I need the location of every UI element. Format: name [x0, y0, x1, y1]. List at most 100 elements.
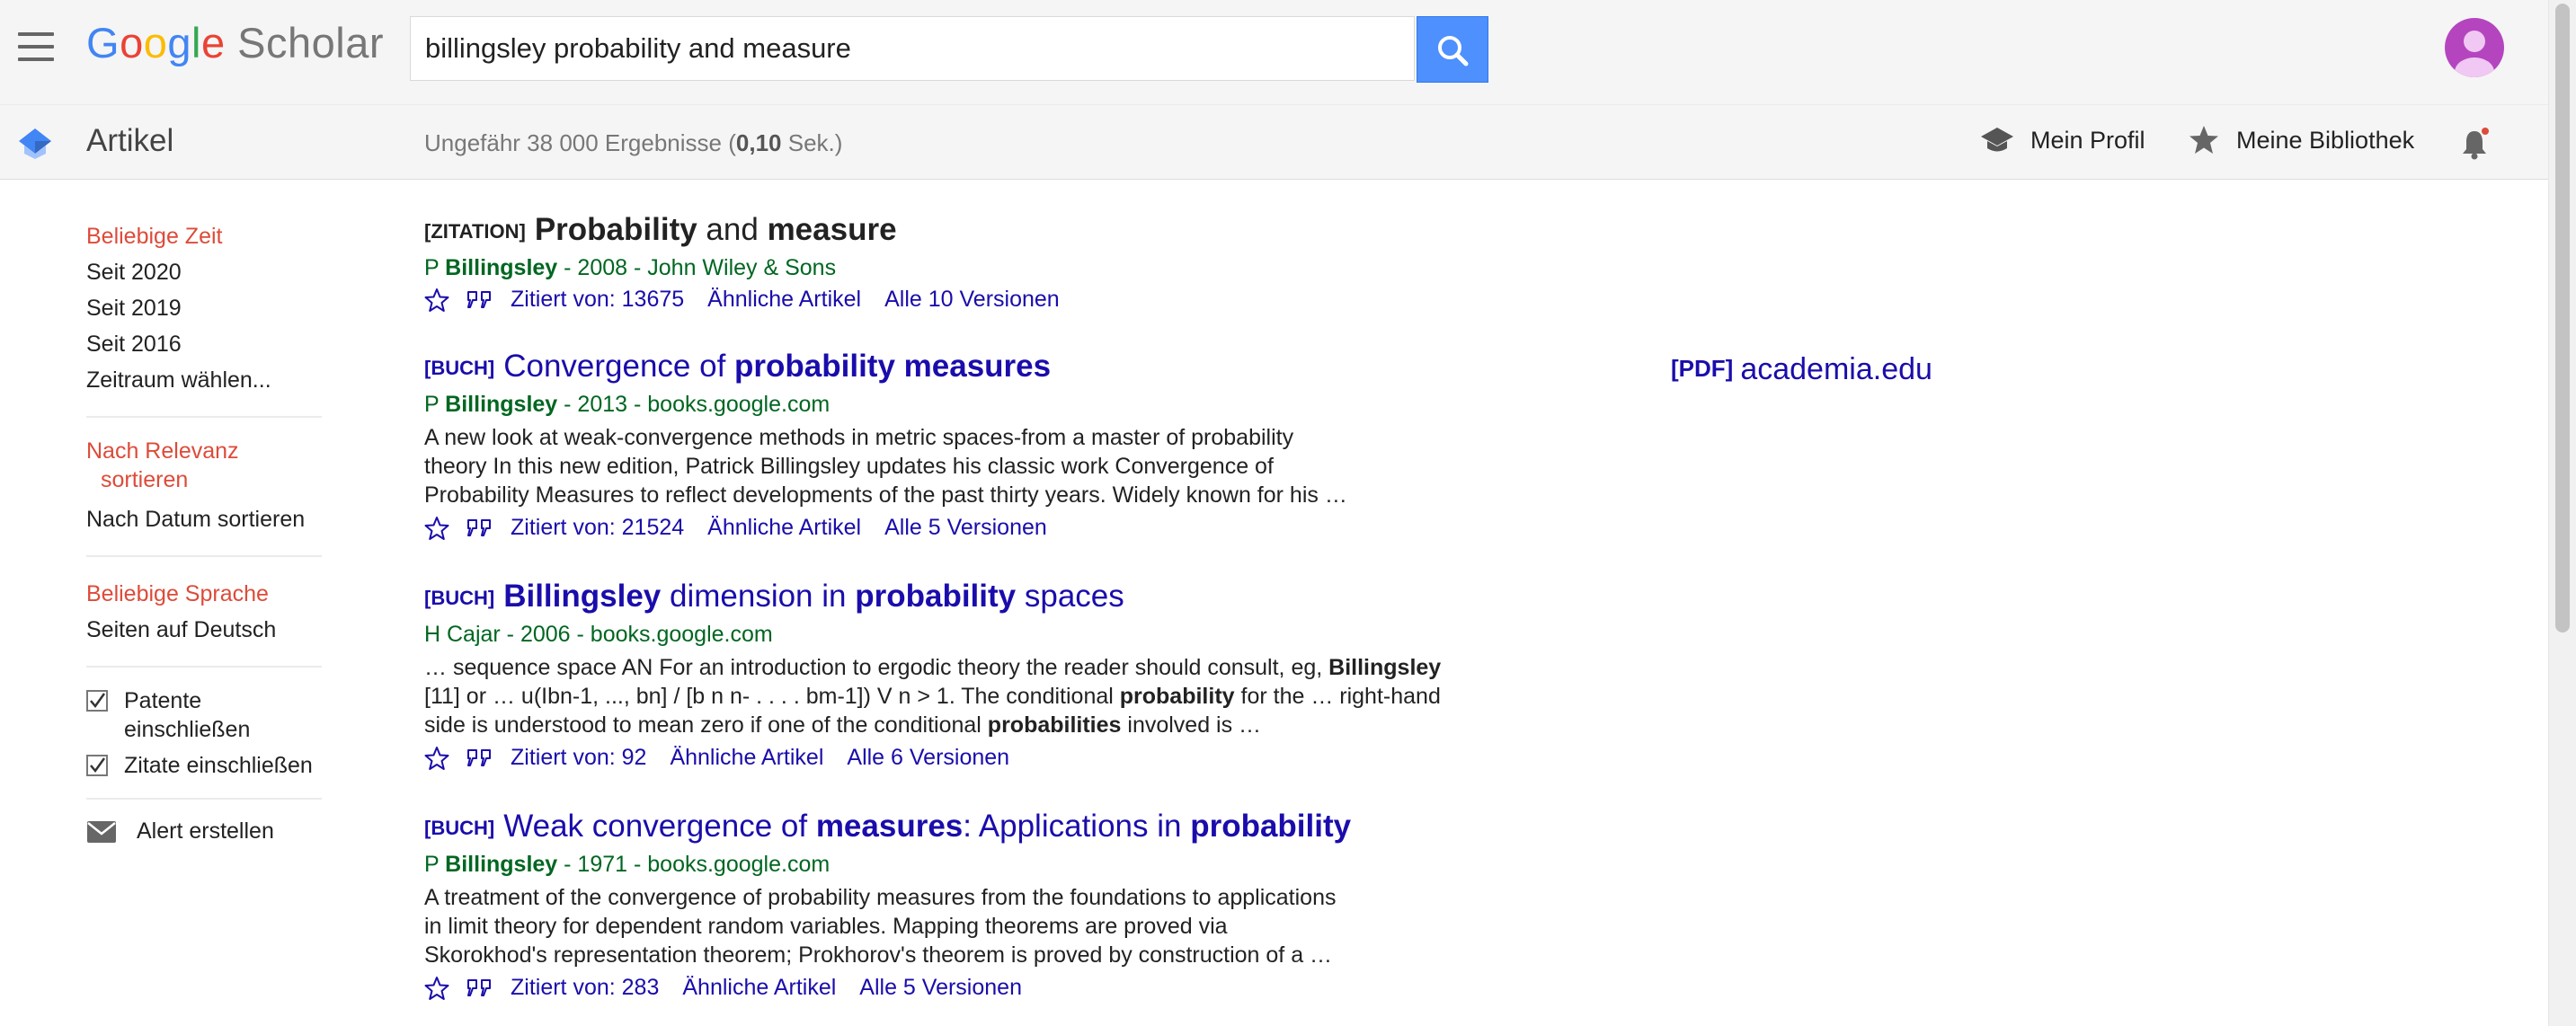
include-patents-checkbox[interactable]: Patente einschließen	[86, 686, 322, 744]
search-button[interactable]	[1417, 16, 1488, 83]
result-snippet: … sequence space AN For an introduction …	[424, 653, 1503, 739]
result-snippet: A treatment of the convergence of probab…	[424, 883, 1503, 969]
result-actions: Zitiert von: 21524 Ähnliche Artikel Alle 5…	[424, 515, 1503, 541]
all-versions-link[interactable]: Alle 5 Versionen	[884, 515, 1047, 541]
result-title-text: dimension in	[661, 579, 856, 614]
result-source: - 1971 - books.google.com	[557, 852, 831, 877]
result-type-tag: [ZITATION]	[424, 220, 526, 243]
result-author-initial: P	[424, 392, 446, 417]
cite-quote-icon[interactable]	[466, 977, 494, 1000]
sort-by-date[interactable]: Nach Datum sortieren	[86, 501, 322, 537]
scrollbar-thumb[interactable]	[2555, 4, 2570, 632]
snippet-line: Probability Measures to reflect developm…	[424, 481, 1503, 509]
include-patents-label-1: Patente	[124, 688, 202, 713]
section-title[interactable]: Artikel	[86, 123, 173, 159]
result-title-text: Convergence of	[503, 349, 735, 384]
snippet-line: A new look at weak-convergence methods i…	[424, 423, 1503, 452]
snippet-line: theory In this new edition, Patrick Bill…	[424, 452, 1503, 481]
save-star-icon[interactable]	[424, 976, 449, 1001]
snippet-text: [11] or … u(Ibn-1, ..., bn] / [b n n- . …	[424, 684, 1120, 709]
all-versions-link[interactable]: Alle 10 Versionen	[884, 287, 1060, 313]
cite-quote-icon[interactable]	[466, 517, 494, 540]
filter-custom-range[interactable]: Zeitraum wählen...	[86, 362, 322, 398]
search-box[interactable]	[410, 16, 1415, 81]
result-title-text: probability	[1190, 809, 1352, 844]
cited-by-link[interactable]: Zitiert von: 13675	[511, 287, 684, 313]
result-title: [ZITATION] Probability and measure	[424, 212, 1503, 248]
filter-since-2016[interactable]: Seit 2016	[86, 326, 322, 362]
all-versions-link[interactable]: Alle 5 Versionen	[859, 975, 1022, 1001]
cited-by-link[interactable]: Zitiert von: 21524	[511, 515, 684, 541]
logo-letter: l	[191, 19, 201, 66]
result-meta: P Billingsley - 2013 - books.google.com	[424, 392, 1503, 418]
result-stats-suffix: Sek.)	[781, 129, 843, 156]
result-author: Billingsley	[445, 852, 558, 877]
result-meta: H Cajar - 2006 - books.google.com	[424, 622, 1503, 648]
logo-scholar-text: Scholar	[237, 19, 384, 66]
snippet-text: theory In this new edition, Patrick Bill…	[424, 454, 1274, 479]
result-type-tag: [BUCH]	[424, 587, 495, 609]
snippet-line: Skorokhod's representation theorem; Prok…	[424, 941, 1503, 969]
profile-cap-icon	[1981, 128, 2013, 152]
pdf-link-academia[interactable]: [PDF] academia.edu	[1671, 352, 1932, 387]
filter-language-any[interactable]: Beliebige Sprache	[86, 576, 322, 612]
pdf-tag: [PDF]	[1671, 355, 1734, 382]
scholar-cap-icon[interactable]	[18, 127, 52, 159]
logo-google-text: Google	[86, 19, 226, 66]
divider	[86, 416, 322, 418]
result-title[interactable]: [BUCH] Weak convergence of measures: Appl…	[424, 809, 1503, 845]
filter-since-2020[interactable]: Seit 2020	[86, 254, 322, 290]
snippet-text: Skorokhod's representation theorem; Prok…	[424, 942, 1333, 968]
cited-by-link[interactable]: Zitiert von: 92	[511, 745, 646, 771]
snippet-text: probability	[1119, 684, 1235, 709]
result-title[interactable]: [BUCH] Convergence of probability measure…	[424, 349, 1503, 385]
cite-quote-icon[interactable]	[466, 288, 494, 312]
result-actions: Zitiert von: 92 Ähnliche Artikel Alle 6 Ve…	[424, 745, 1503, 771]
bell-icon[interactable]	[2459, 127, 2490, 161]
my-library-link[interactable]: Meine Bibliothek	[2188, 125, 2414, 155]
checkbox-icon	[86, 755, 108, 776]
related-articles-link[interactable]: Ähnliche Artikel	[682, 975, 836, 1001]
snippet-text: … sequence space AN For an introduction …	[424, 655, 1329, 680]
result-title-text: probability measures	[734, 349, 1052, 384]
my-profile-link[interactable]: Mein Profil	[1980, 125, 2145, 155]
search-input[interactable]	[425, 31, 1396, 66]
snippet-text: Billingsley	[1328, 655, 1442, 680]
sort-relevance[interactable]: Nach Relevanz sortieren	[86, 437, 322, 494]
cite-quote-icon[interactable]	[466, 747, 494, 770]
save-star-icon[interactable]	[424, 287, 449, 313]
account-avatar[interactable]	[2445, 18, 2504, 77]
mail-icon	[87, 820, 116, 843]
cited-by-link[interactable]: Zitiert von: 283	[511, 975, 659, 1001]
logo-letter: g	[167, 19, 191, 66]
top-bar: Google Scholar	[0, 0, 2549, 104]
filter-language-german[interactable]: Seiten auf Deutsch	[86, 612, 322, 648]
result-title-text: : Applications in	[963, 809, 1191, 844]
scrollbar[interactable]	[2548, 0, 2576, 1026]
divider	[86, 555, 322, 557]
related-articles-link[interactable]: Ähnliche Artikel	[670, 745, 823, 771]
snippet-text: involved is …	[1121, 712, 1262, 738]
save-star-icon[interactable]	[424, 746, 449, 771]
result-title[interactable]: [BUCH] Billingsley dimension in probabili…	[424, 579, 1503, 615]
search-result: [BUCH] Weak convergence of measures: Appl…	[424, 809, 1503, 1001]
filter-time-any[interactable]: Beliebige Zeit	[86, 218, 322, 254]
include-citations-checkbox[interactable]: Zitate einschließen	[86, 751, 322, 780]
google-scholar-logo[interactable]: Google Scholar	[86, 18, 384, 67]
sort-relevance-line2: sortieren	[101, 467, 189, 492]
logo-letter: o	[143, 19, 168, 66]
result-title-text: Weak convergence of	[503, 809, 816, 844]
logo-letter: o	[120, 19, 144, 66]
menu-icon[interactable]	[18, 32, 54, 61]
related-articles-link[interactable]: Ähnliche Artikel	[707, 287, 861, 313]
include-patents-label-2: einschließen	[124, 717, 251, 742]
save-star-icon[interactable]	[424, 516, 449, 541]
result-author: Billingsley	[445, 255, 558, 280]
search-result: [ZITATION] Probability and measure P Billi…	[424, 212, 1503, 313]
my-profile-label: Mein Profil	[2030, 126, 2145, 154]
include-citations-label: Zitate einschließen	[124, 753, 313, 778]
create-alert[interactable]: Alert erstellen	[86, 818, 322, 845]
filter-since-2019[interactable]: Seit 2019	[86, 290, 322, 326]
all-versions-link[interactable]: Alle 6 Versionen	[847, 745, 1009, 771]
related-articles-link[interactable]: Ähnliche Artikel	[707, 515, 861, 541]
